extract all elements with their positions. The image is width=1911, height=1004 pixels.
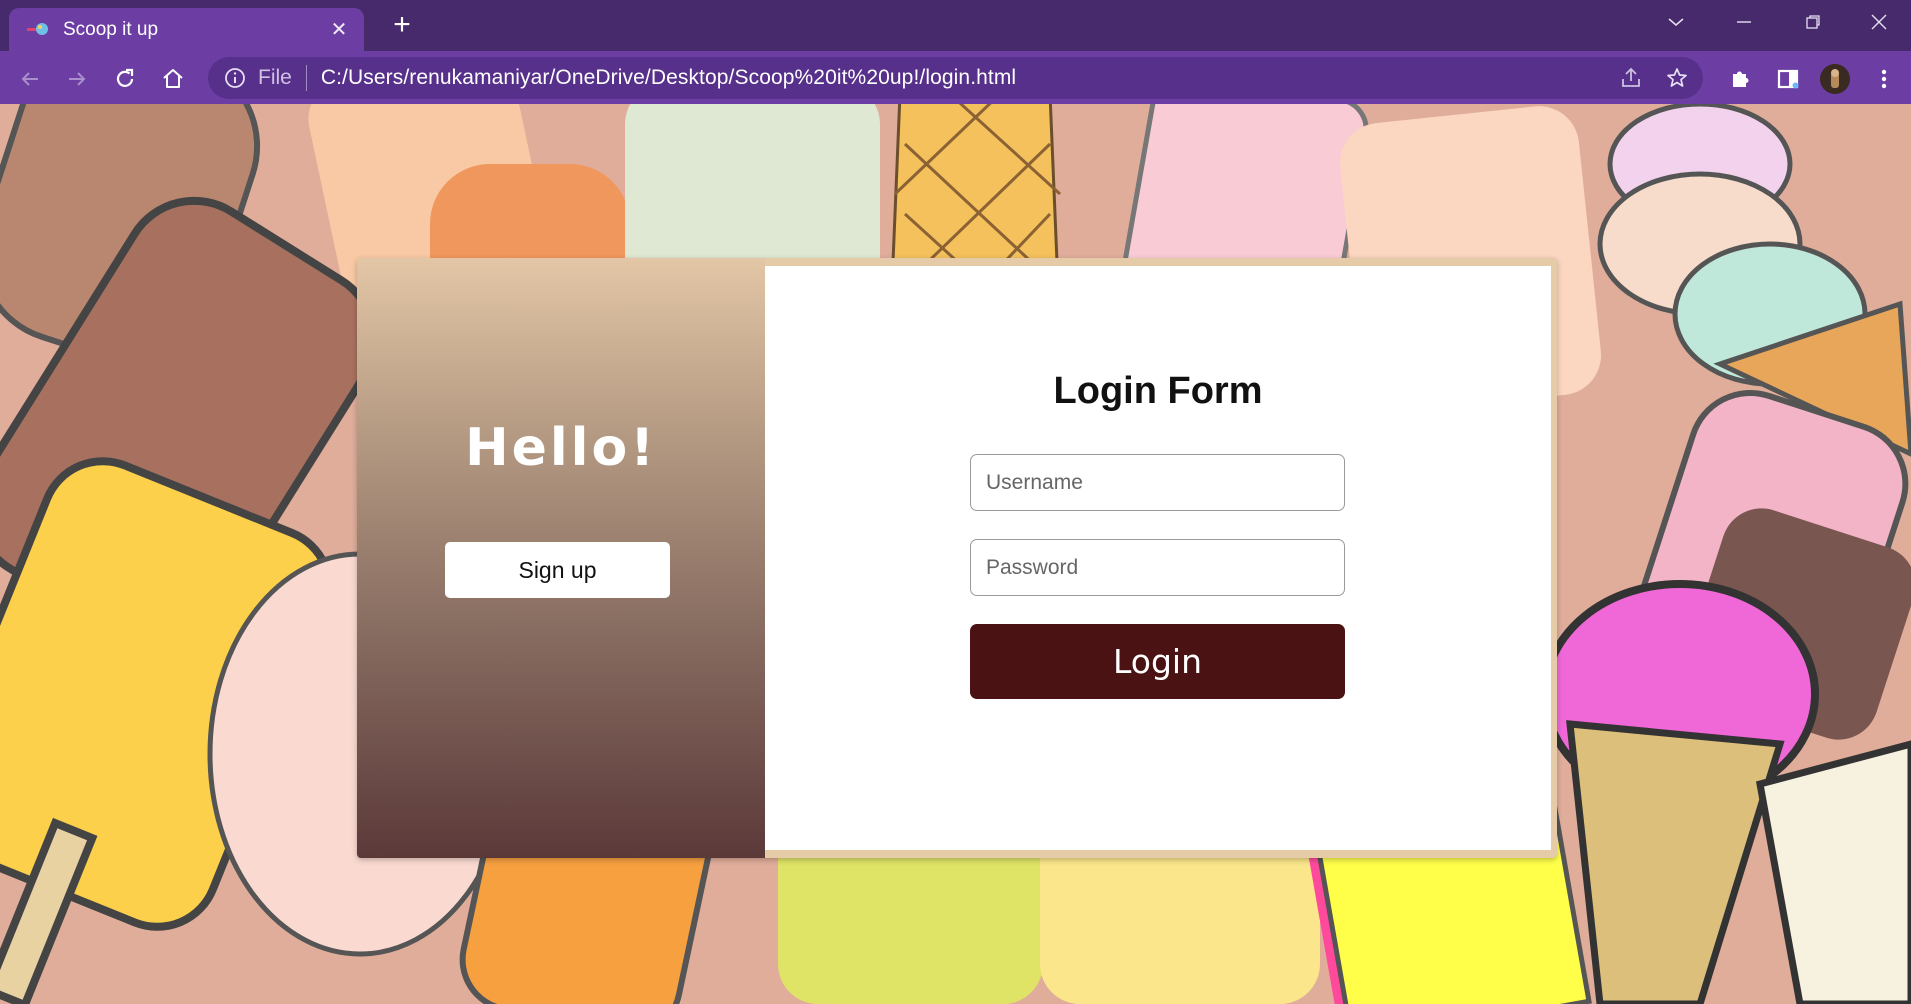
side-panel-button[interactable] bbox=[1770, 61, 1806, 97]
home-button[interactable] bbox=[155, 61, 191, 97]
forward-button[interactable] bbox=[59, 61, 95, 97]
login-card: Hello! Sign up Login Form Login bbox=[357, 258, 1557, 858]
signup-button[interactable]: Sign up bbox=[445, 542, 670, 598]
address-scheme: File bbox=[258, 66, 292, 89]
password-input[interactable] bbox=[970, 539, 1345, 596]
favicon-icon bbox=[27, 22, 48, 35]
sidepanel-icon bbox=[1777, 69, 1799, 89]
restore-icon[interactable] bbox=[1786, 0, 1840, 44]
welcome-panel: Hello! Sign up bbox=[357, 258, 765, 858]
browser-toolbar: File C:/Users/renukamaniyar/OneDrive/Des… bbox=[0, 51, 1911, 104]
login-button[interactable]: Login bbox=[970, 624, 1345, 699]
new-tab-button[interactable]: + bbox=[385, 9, 419, 43]
tab-close-icon[interactable]: ✕ bbox=[324, 17, 354, 42]
close-window-icon[interactable] bbox=[1852, 0, 1906, 44]
username-input[interactable] bbox=[970, 454, 1345, 511]
reload-button[interactable] bbox=[107, 61, 143, 97]
arrow-left-icon bbox=[21, 72, 38, 86]
star-icon[interactable] bbox=[1657, 58, 1697, 98]
puzzle-icon bbox=[1733, 71, 1749, 87]
browser-tab-strip: Scoop it up ✕ + bbox=[0, 0, 1911, 51]
menu-button[interactable] bbox=[1866, 61, 1902, 97]
hello-heading: Hello! bbox=[465, 418, 657, 478]
minimize-icon[interactable] bbox=[1717, 0, 1771, 44]
home-icon bbox=[163, 69, 183, 88]
extensions-button[interactable] bbox=[1722, 61, 1758, 97]
reload-icon bbox=[116, 68, 134, 87]
tab-scoop-it-up[interactable]: Scoop it up ✕ bbox=[9, 8, 364, 51]
address-divider bbox=[305, 65, 307, 91]
back-button[interactable] bbox=[12, 61, 48, 97]
arrow-right-icon bbox=[69, 72, 86, 86]
avatar[interactable] bbox=[1817, 61, 1853, 97]
address-url[interactable]: C:/Users/renukamaniyar/OneDrive/Desktop/… bbox=[321, 66, 1611, 90]
login-form-panel: Login Form Login bbox=[765, 266, 1551, 850]
share-icon[interactable] bbox=[1611, 58, 1651, 98]
tab-search-chevron-icon[interactable] bbox=[1649, 0, 1703, 44]
tab-title: Scoop it up bbox=[63, 18, 159, 40]
login-form-title: Login Form bbox=[1053, 370, 1263, 412]
kebab-menu-icon bbox=[1881, 69, 1887, 89]
address-bar[interactable]: File C:/Users/renukamaniyar/OneDrive/Des… bbox=[208, 57, 1703, 99]
info-icon[interactable] bbox=[222, 65, 248, 91]
